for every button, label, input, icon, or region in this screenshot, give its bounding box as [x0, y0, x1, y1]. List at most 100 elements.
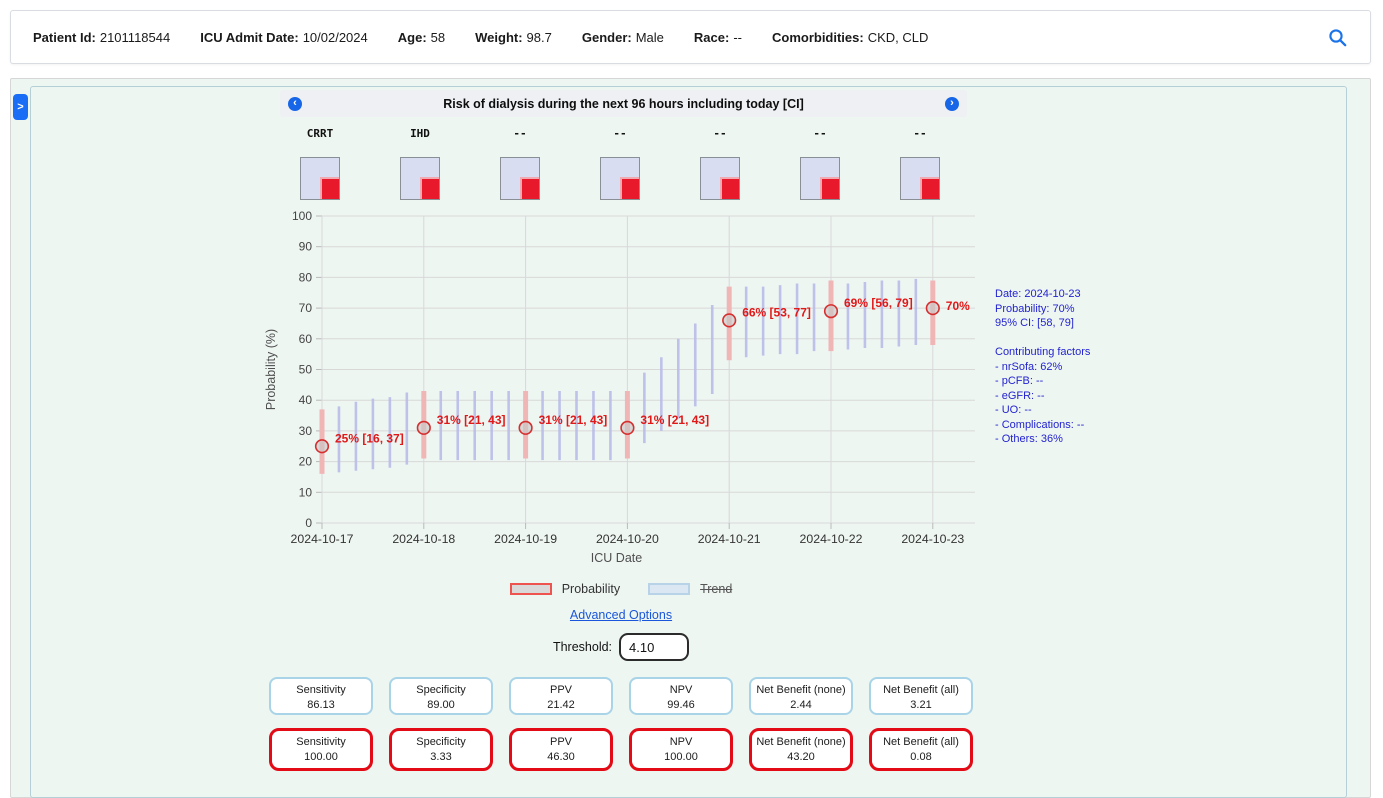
risk-indicator-icon: [420, 177, 439, 199]
metrics-row-current: Sensitivity86.13Specificity89.00PPV21.42…: [269, 677, 973, 715]
patient-header: Patient Id:2101118544ICU Admit Date:10/0…: [10, 10, 1371, 64]
y-tick-label: 100: [292, 210, 312, 223]
search-icon[interactable]: [1328, 28, 1348, 48]
risk-indicator-icon: [320, 177, 339, 199]
probability-marker[interactable]: [418, 422, 431, 435]
metrics-row-threshold: Sensitivity100.00 Specificity3.33 PPV46.30…: [269, 728, 973, 771]
probability-annotation: 31% [21, 43]: [640, 413, 709, 427]
chart-title-bar: ‹ Risk of dialysis during the next 96 ho…: [280, 90, 967, 117]
patient-field: Age:58: [398, 30, 445, 45]
risk-probability-chart[interactable]: 01020304050607080901002024-10-172024-10-…: [255, 210, 985, 580]
y-tick-label: 20: [299, 455, 313, 469]
probability-legend-label[interactable]: Probability: [562, 582, 620, 596]
patient-field: Race:--: [694, 30, 742, 45]
day-thumbnail[interactable]: [600, 157, 640, 200]
y-tick-label: 50: [299, 363, 313, 377]
next-period-button[interactable]: ›: [945, 97, 959, 111]
metric-value: 86.13: [271, 698, 371, 713]
probability-marker[interactable]: [825, 305, 838, 318]
metric-value: 100.00: [272, 750, 370, 765]
metric-value: 0.08: [872, 750, 970, 765]
sidebar-expand-button[interactable]: >: [13, 94, 28, 120]
probability-marker[interactable]: [927, 302, 940, 315]
day-thumbnail[interactable]: [900, 157, 940, 200]
day-treatment-label: --: [570, 127, 670, 142]
metric-label: PPV: [511, 683, 611, 698]
chart-title: Risk of dialysis during the next 96 hour…: [310, 97, 937, 111]
metric-box: PPV46.30: [509, 728, 613, 771]
probability-annotation: 31% [21, 43]: [437, 413, 506, 427]
day-treatment-label: --: [670, 127, 770, 142]
trend-legend-swatch[interactable]: [648, 583, 690, 595]
day-treatment-label: --: [470, 127, 570, 142]
day-thumbnail[interactable]: [400, 157, 440, 200]
advanced-options-row: Advanced Options: [262, 606, 980, 624]
day-thumbnail[interactable]: [700, 157, 740, 200]
chevron-left-icon: ‹: [293, 97, 297, 109]
risk-indicator-icon: [620, 177, 639, 199]
prev-period-button[interactable]: ‹: [288, 97, 302, 111]
metric-value: 99.46: [631, 698, 731, 713]
probability-marker[interactable]: [316, 440, 329, 453]
probability-marker[interactable]: [723, 314, 736, 327]
probability-annotation: 69% [56, 79]: [844, 296, 913, 310]
metric-box: PPV21.42: [509, 677, 613, 715]
threshold-label: Threshold:: [553, 640, 612, 654]
risk-indicator-icon: [920, 177, 939, 199]
y-tick-label: 10: [299, 485, 313, 499]
day-column: --: [770, 127, 870, 205]
metric-value: 46.30: [512, 750, 610, 765]
info-line: - Others: 36%: [995, 432, 1185, 447]
metric-box: NPV99.46: [629, 677, 733, 715]
threshold-input[interactable]: [619, 633, 689, 661]
info-line: Probability: 70%: [995, 302, 1185, 317]
y-tick-label: 90: [299, 240, 313, 254]
x-tick-label: 2024-10-17: [291, 532, 354, 546]
probability-marker[interactable]: [621, 422, 634, 435]
metric-box: Net Benefit (all)3.21: [869, 677, 973, 715]
probability-marker[interactable]: [519, 422, 532, 435]
info-line: - eGFR: --: [995, 389, 1185, 404]
probability-annotation: 70%: [946, 299, 970, 313]
info-line: 95% CI: [58, 79]: [995, 316, 1185, 331]
info-line: - nrSofa: 62%: [995, 360, 1185, 375]
day-thumbnail[interactable]: [300, 157, 340, 200]
info-line: - Complications: --: [995, 418, 1185, 433]
metric-box: Net Benefit (none)2.44: [749, 677, 853, 715]
risk-indicator-icon: [720, 177, 739, 199]
probability-legend-swatch[interactable]: [510, 583, 552, 595]
threshold-row: Threshold:: [262, 633, 980, 661]
y-tick-label: 80: [299, 270, 313, 284]
day-thumbnail[interactable]: [500, 157, 540, 200]
metric-value: 43.20: [752, 750, 850, 765]
info-line: - pCFB: --: [995, 374, 1185, 389]
metric-label: Sensitivity: [271, 683, 371, 698]
x-tick-label: 2024-10-21: [698, 532, 761, 546]
prediction-detail-panel: Date: 2024-10-23Probability: 70%95% CI: …: [995, 287, 1185, 447]
chart-legend: Probability Trend: [262, 582, 980, 596]
metric-box: Net Benefit (none)43.20: [749, 728, 853, 771]
patient-field: ICU Admit Date:10/02/2024: [200, 30, 368, 45]
day-treatment-label: --: [770, 127, 870, 142]
metric-value: 2.44: [751, 698, 851, 713]
advanced-options-link[interactable]: Advanced Options: [570, 608, 672, 622]
trend-legend-label[interactable]: Trend: [700, 582, 732, 596]
metric-box: Net Benefit (all)0.08: [869, 728, 973, 771]
metric-label: PPV: [512, 735, 610, 750]
metric-label: Specificity: [392, 735, 490, 750]
day-thumbnail[interactable]: [800, 157, 840, 200]
probability-annotation: 25% [16, 37]: [335, 431, 404, 445]
metric-value: 3.33: [392, 750, 490, 765]
y-tick-label: 60: [299, 332, 313, 346]
x-tick-label: 2024-10-18: [392, 532, 455, 546]
chevron-right-icon: ›: [950, 97, 954, 109]
info-line: Contributing factors: [995, 345, 1185, 360]
metric-box: Sensitivity100.00: [269, 728, 373, 771]
metric-label: Net Benefit (all): [871, 683, 971, 698]
patient-field: Comorbidities:CKD, CLD: [772, 30, 928, 45]
patient-field: Gender:Male: [582, 30, 664, 45]
day-column: --: [470, 127, 570, 205]
info-spacer: [995, 331, 1185, 346]
day-column: --: [570, 127, 670, 205]
y-tick-label: 0: [305, 516, 312, 530]
